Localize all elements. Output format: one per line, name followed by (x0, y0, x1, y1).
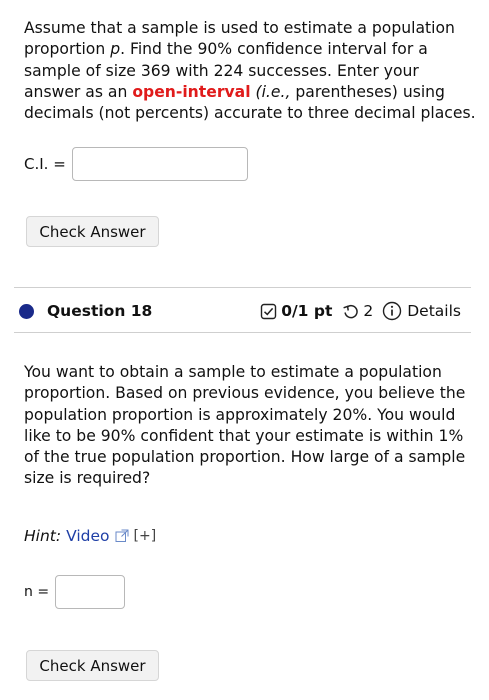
info-icon[interactable] (382, 301, 402, 321)
ie-text: (i.e., (255, 82, 291, 101)
n-answer-row: n = (24, 575, 126, 609)
question-status-dot-icon (19, 303, 34, 319)
checkbox-icon (260, 303, 277, 320)
check-answer-button-q17[interactable]: Check Answer (26, 216, 159, 247)
question-18-header: Question 18 0/1 pt 2 Details (19, 298, 461, 324)
question-18-text: You want to obtain a sample to estimate … (24, 363, 466, 488)
n-input[interactable] (55, 575, 126, 609)
divider (14, 287, 471, 288)
check-answer-button-q18[interactable]: Check Answer (26, 650, 159, 681)
question-meta: 0/1 pt 2 Details (260, 301, 461, 321)
hint-label: Hint: (24, 527, 62, 545)
n-label: n = (24, 584, 50, 600)
question-17-text: Assume that a sample is used to estimate… (24, 18, 476, 124)
hint-expand-toggle[interactable]: [+] (134, 528, 157, 544)
q17-var-p: p (110, 40, 121, 59)
ci-input[interactable] (71, 147, 248, 181)
ci-label: C.I. = (24, 155, 66, 173)
ci-answer-row: C.I. = (24, 147, 248, 181)
tries-count: 2 (363, 302, 374, 320)
divider (14, 332, 471, 333)
details-link[interactable]: Details (407, 302, 461, 320)
hint-row: Hint: Video [+] (24, 527, 156, 545)
question-title: Question 18 (47, 302, 153, 320)
open-interval-emphasis: open-interval (132, 82, 251, 101)
external-link-icon[interactable] (115, 529, 129, 543)
points-label: 0/1 pt (281, 302, 333, 320)
video-link[interactable]: Video (66, 527, 109, 545)
retry-icon (342, 303, 359, 320)
